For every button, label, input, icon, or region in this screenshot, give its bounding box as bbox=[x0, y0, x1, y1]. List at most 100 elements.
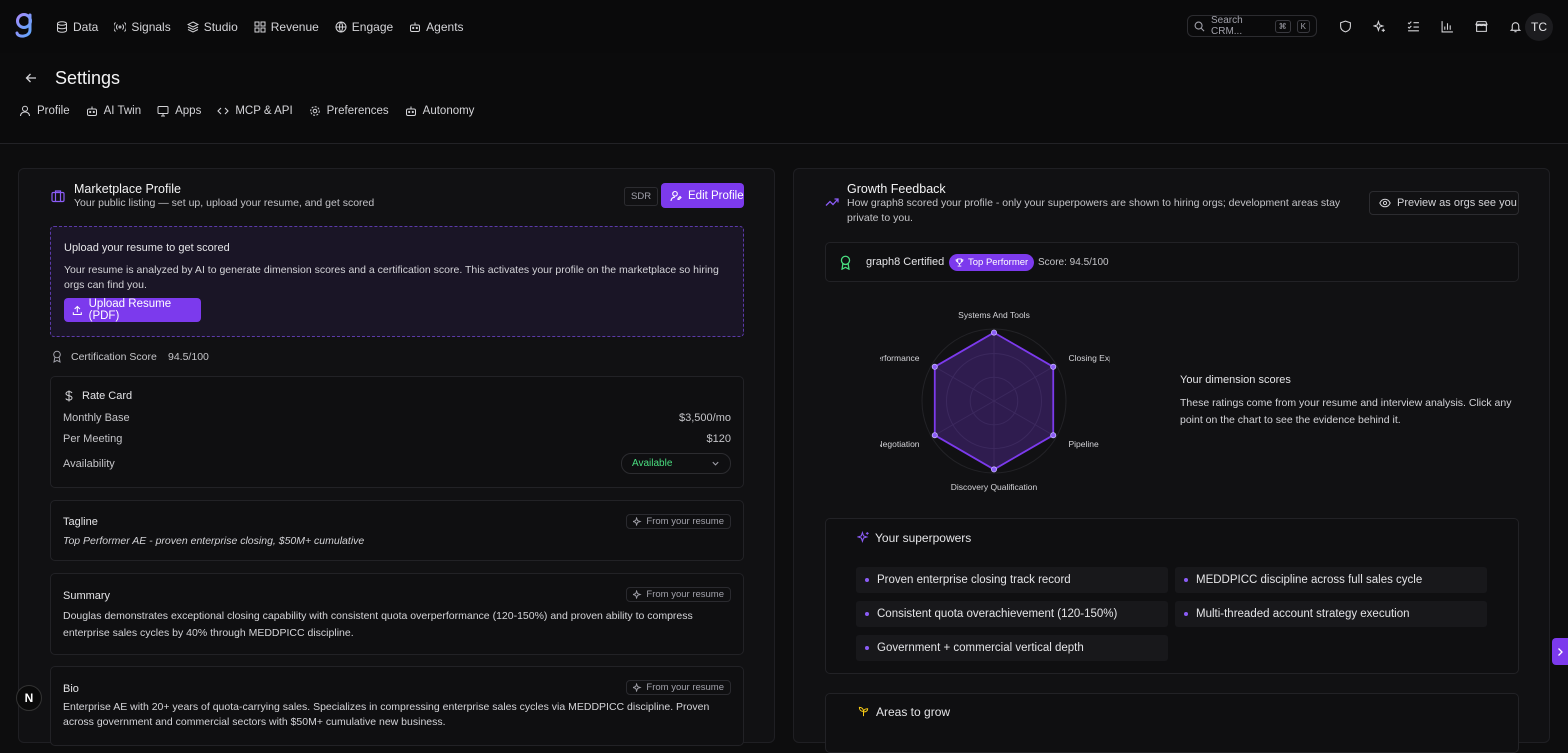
superpower-item: Government + commercial vertical depth bbox=[856, 635, 1168, 661]
upload-resume-label: Upload Resume (PDF) bbox=[88, 298, 172, 322]
analytics-button[interactable] bbox=[1430, 16, 1464, 36]
superpower-item: Multi-threaded account strategy executio… bbox=[1175, 601, 1487, 627]
radar-axis-label: Quota Performance bbox=[880, 353, 920, 363]
tab-apps[interactable]: Apps bbox=[157, 105, 201, 117]
top-performer-label: Top Performer bbox=[968, 257, 1029, 268]
top-icons bbox=[1328, 16, 1532, 36]
radar-data-point[interactable] bbox=[931, 432, 938, 439]
bullet-dot bbox=[865, 612, 869, 616]
n-badge[interactable]: N bbox=[16, 685, 42, 711]
availability-select[interactable]: Available bbox=[621, 453, 731, 474]
marketplace-subtitle: Your public listing — set up, upload you… bbox=[74, 197, 375, 209]
expand-panel-button[interactable] bbox=[1552, 638, 1568, 665]
tab-profile-label: Profile bbox=[37, 105, 70, 117]
top-bar: Data Signals Studio Revenue Engage Agent… bbox=[0, 0, 1568, 53]
tab-autonomy-label: Autonomy bbox=[422, 105, 475, 117]
preview-button[interactable]: Preview as orgs see you bbox=[1369, 191, 1519, 215]
nav-studio-label: Studio bbox=[203, 19, 238, 34]
from-resume-label: From your resume bbox=[646, 516, 724, 527]
nav-data[interactable]: Data bbox=[56, 20, 98, 34]
back-arrow-icon[interactable] bbox=[24, 71, 38, 85]
trending-up-icon bbox=[825, 198, 839, 206]
radar-data-point[interactable] bbox=[991, 466, 998, 473]
tab-autonomy[interactable]: Autonomy bbox=[405, 105, 475, 117]
upload-body: Your resume is analyzed by AI to generat… bbox=[64, 264, 719, 291]
per-meeting-value: $120 bbox=[706, 433, 731, 445]
tab-apps-label: Apps bbox=[175, 105, 202, 117]
superpower-text: Government + commercial vertical depth bbox=[877, 642, 1084, 654]
store-button[interactable] bbox=[1464, 16, 1498, 36]
summary-section: Summary From your resume Douglas demonst… bbox=[50, 573, 744, 655]
nav-agents[interactable]: Agents bbox=[409, 20, 464, 34]
superpower-item: Consistent quota overachievement (120-15… bbox=[856, 601, 1168, 627]
sparkles-button[interactable] bbox=[1362, 16, 1396, 36]
bot-icon bbox=[410, 22, 421, 32]
bullet-dot bbox=[1184, 612, 1188, 616]
sparkles-icon bbox=[1372, 19, 1385, 32]
monitor-icon bbox=[157, 106, 169, 117]
radar-data-point[interactable] bbox=[931, 363, 938, 370]
summary-label: Summary bbox=[63, 590, 111, 602]
nav-revenue-label: Revenue bbox=[270, 19, 319, 34]
gear-icon bbox=[309, 106, 320, 116]
search-input[interactable]: Search CRM... ⌘ K bbox=[1187, 15, 1317, 37]
monthly-base-value: $3,500/mo bbox=[679, 412, 731, 424]
award-icon bbox=[840, 255, 851, 270]
settings-tabs: Profile AI Twin Apps MCP & API Preferenc… bbox=[19, 105, 490, 117]
upload-resume-button[interactable]: Upload Resume (PDF) bbox=[64, 298, 201, 322]
tab-preferences[interactable]: Preferences bbox=[309, 105, 389, 117]
upload-icon bbox=[72, 305, 82, 315]
certification-bar: graph8 Certified Top Performer Score: 94… bbox=[825, 242, 1519, 282]
per-meeting-label: Per Meeting bbox=[63, 433, 123, 445]
radar-series-area bbox=[933, 331, 1055, 471]
award-icon bbox=[53, 350, 61, 363]
shield-button[interactable] bbox=[1328, 16, 1362, 36]
nav-data-label: Data bbox=[73, 19, 99, 34]
tasks-button[interactable] bbox=[1396, 16, 1430, 36]
tab-profile[interactable]: Profile bbox=[19, 105, 70, 117]
radar-axis-label: Systems And Tools bbox=[958, 310, 1030, 320]
user-avatar[interactable]: TC bbox=[1525, 13, 1553, 41]
radar-axis-label: Closing Experie bbox=[1068, 353, 1110, 363]
certification-label: Certification Score bbox=[71, 351, 157, 363]
growth-feedback-card: Growth Feedback How graph8 scored your p… bbox=[793, 168, 1550, 753]
radar-data-point[interactable] bbox=[1050, 363, 1057, 370]
nav-signals-label: Signals bbox=[131, 19, 171, 34]
radar-data-point[interactable] bbox=[991, 329, 998, 336]
nav-engage[interactable]: Engage bbox=[335, 20, 393, 34]
main-nav: Data Signals Studio Revenue Engage Agent… bbox=[56, 0, 480, 53]
dimension-radar-chart[interactable]: Systems And Tools Closing Experie Pipeline… bbox=[880, 296, 1110, 506]
store-icon bbox=[1474, 20, 1488, 32]
database-icon bbox=[57, 20, 67, 33]
graph8-logo[interactable] bbox=[13, 12, 35, 40]
from-resume-label: From your resume bbox=[646, 682, 724, 693]
chevron-down-icon bbox=[712, 461, 719, 466]
search-placeholder: Search CRM... bbox=[1211, 15, 1243, 37]
edit-profile-button[interactable]: Edit Profile bbox=[661, 183, 744, 208]
nav-signals[interactable]: Signals bbox=[114, 19, 171, 34]
tab-ai-twin[interactable]: AI Twin bbox=[86, 105, 141, 117]
tab-mcp-api[interactable]: MCP & API bbox=[217, 105, 293, 117]
dimension-body: These ratings come from your resume and … bbox=[1180, 397, 1512, 426]
from-resume-label: From your resume bbox=[646, 589, 724, 600]
from-resume-chip: From your resume bbox=[626, 680, 731, 695]
nav-studio[interactable]: Studio bbox=[186, 19, 238, 34]
areas-title: Areas to grow bbox=[876, 705, 951, 719]
tasks-icon bbox=[1407, 20, 1419, 31]
role-badge: SDR bbox=[624, 187, 659, 206]
preview-label: Preview as orgs see you bbox=[1397, 197, 1517, 209]
briefcase-icon bbox=[51, 190, 65, 203]
radar-data-point[interactable] bbox=[1050, 432, 1057, 439]
growth-title: Growth Feedback bbox=[847, 182, 946, 196]
bot-icon bbox=[405, 106, 416, 116]
signal-icon bbox=[114, 21, 127, 32]
superpower-text: Proven enterprise closing track record bbox=[877, 574, 1071, 586]
nav-revenue[interactable]: Revenue bbox=[254, 20, 319, 34]
superpower-text: MEDDPICC discipline across full sales cy… bbox=[1196, 574, 1423, 586]
eye-icon bbox=[1379, 198, 1391, 208]
kbd-k: K bbox=[1296, 19, 1310, 33]
tab-preferences-label: Preferences bbox=[326, 105, 389, 117]
certified-label: graph8 Certified bbox=[866, 256, 945, 268]
bot-icon bbox=[86, 106, 97, 116]
from-resume-chip: From your resume bbox=[626, 587, 731, 602]
